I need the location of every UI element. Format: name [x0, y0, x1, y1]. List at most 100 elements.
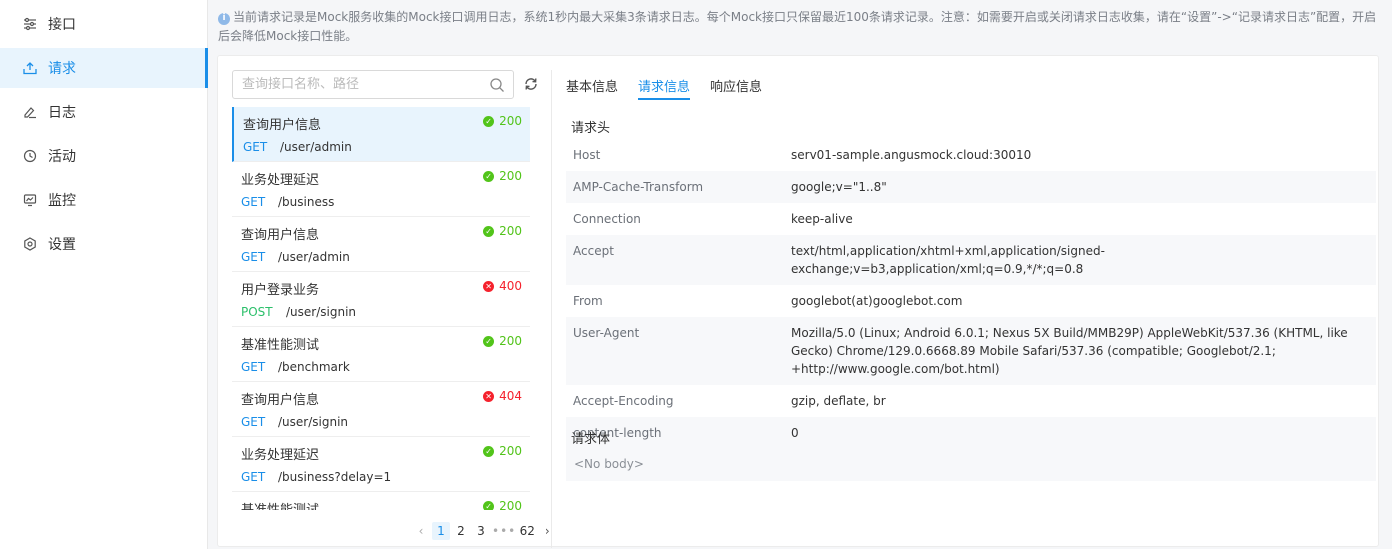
- header-row: Host serv01-sample.angusmock.cloud:30010: [566, 139, 1376, 171]
- header-value: serv01-sample.angusmock.cloud:30010: [791, 148, 1032, 162]
- header-value: keep-alive: [791, 212, 853, 226]
- prev-page-button[interactable]: ‹: [412, 522, 430, 540]
- page-button-last[interactable]: 62: [518, 522, 536, 540]
- header-key: Accept-Encoding: [573, 394, 674, 408]
- info-icon: i: [218, 12, 230, 25]
- header-value: 0: [791, 426, 799, 440]
- status-code: 200: [499, 444, 522, 458]
- status-badge: ✓ 200: [483, 499, 522, 510]
- header-row: User-Agent Mozilla/5.0 (Linux; Android 6.…: [566, 317, 1376, 385]
- body-title: 请求体: [571, 432, 611, 447]
- sidebar-item-label: 活动: [48, 149, 76, 165]
- search-input[interactable]: [233, 71, 473, 98]
- header-key: Accept: [573, 244, 614, 258]
- request-method: GET: [241, 470, 266, 484]
- request-path: /user/admin: [278, 250, 350, 264]
- request-name: 查询用户信息: [243, 118, 322, 133]
- header-value: text/html,application/xhtml+xml,applicat…: [791, 244, 1105, 276]
- pencil-icon: [23, 105, 37, 119]
- info-banner: i 当前请求记录是Mock服务收集的Mock接口调用日志，系统1秒内最大采集3条请…: [208, 0, 1392, 51]
- search-icon[interactable]: [489, 77, 505, 93]
- sidebar-item-log[interactable]: 日志: [0, 92, 208, 132]
- request-list-item[interactable]: 查询用户信息 ✕ 404 GET/user/signin: [232, 382, 530, 437]
- request-name: 查询用户信息: [241, 393, 320, 408]
- request-list-item[interactable]: 业务处理延迟 ✓ 200 GET/business: [232, 162, 530, 217]
- request-method: GET: [241, 250, 266, 264]
- check-circle-icon: ✓: [483, 115, 495, 127]
- request-method: GET: [241, 195, 266, 209]
- request-method: GET: [241, 360, 266, 374]
- sidebar-item-monitor[interactable]: 监控: [0, 180, 208, 220]
- pagination: ‹ 1 2 3 ••• 62 ›: [412, 521, 558, 541]
- sidebar-item-label: 日志: [48, 105, 76, 121]
- sidebar-item-request[interactable]: 请求: [0, 48, 208, 88]
- headers-table: Host serv01-sample.angusmock.cloud:30010 A…: [566, 139, 1376, 449]
- request-path: /user/signin: [278, 415, 349, 429]
- next-page-button[interactable]: ›: [538, 522, 556, 540]
- request-card: 查询用户信息 ✓ 200 GET/user/admin 业务处理延迟 ✓ 200 GET/bu…: [217, 55, 1379, 548]
- request-name: 基准性能测试: [241, 499, 319, 510]
- monitor-icon: [23, 193, 37, 207]
- header-row: From googlebot(at)googlebot.com: [566, 285, 1376, 317]
- status-badge: ✕ 404: [483, 389, 522, 403]
- status-code: 200: [499, 334, 522, 348]
- status-badge: ✓ 200: [483, 169, 522, 183]
- header-key: Host: [573, 148, 601, 162]
- request-list-item[interactable]: 查询用户信息 ✓ 200 GET/user/admin: [232, 217, 530, 272]
- header-value: Mozilla/5.0 (Linux; Android 6.0.1; Nexus…: [791, 326, 1348, 376]
- request-list-item[interactable]: 基准性能测试 ✓ 200 GET/benchmark: [232, 327, 530, 382]
- header-value: googlebot(at)googlebot.com: [791, 294, 963, 308]
- sidebar-item-settings[interactable]: 设置: [0, 224, 208, 264]
- error-circle-icon: ✕: [483, 390, 495, 402]
- request-path: /business?delay=1: [278, 470, 392, 484]
- tab-request-info[interactable]: 请求信息: [638, 76, 691, 100]
- error-circle-icon: ✕: [483, 280, 495, 292]
- sidebar-item-label: 监控: [48, 193, 76, 209]
- status-badge: ✕ 400: [483, 279, 522, 293]
- status-code: 200: [499, 169, 522, 183]
- check-circle-icon: ✓: [483, 170, 495, 182]
- sidebar: 接口 请求 日志 活动 监控 设置: [0, 0, 208, 549]
- check-circle-icon: ✓: [483, 445, 495, 457]
- sidebar-item-interface[interactable]: 接口: [0, 4, 208, 44]
- status-badge: ✓ 200: [483, 444, 522, 458]
- check-circle-icon: ✓: [483, 225, 495, 237]
- sliders-icon: [23, 17, 37, 31]
- header-row: Accept text/html,application/xhtml+xml,ap…: [566, 235, 1376, 285]
- page-ellipsis[interactable]: •••: [492, 522, 516, 540]
- page-button-1[interactable]: 1: [432, 522, 450, 540]
- header-key: From: [573, 294, 603, 308]
- header-key: AMP-Cache-Transform: [573, 180, 704, 194]
- request-method: GET: [241, 415, 266, 429]
- request-name: 基准性能测试: [241, 338, 320, 353]
- tab-basic-info[interactable]: 基本信息: [566, 76, 618, 100]
- request-list-item[interactable]: 基准性能测试✓200GET/benchmark: [232, 492, 530, 510]
- header-value: gzip, deflate, br: [791, 394, 886, 408]
- request-list-item[interactable]: 用户登录业务 ✕ 400 POST/user/signin: [232, 272, 530, 327]
- request-method: GET: [243, 140, 268, 154]
- status-code: 200: [499, 224, 522, 238]
- search-box: [232, 70, 514, 99]
- header-row: Accept-Encoding gzip, deflate, br: [566, 385, 1376, 417]
- request-list-item[interactable]: 查询用户信息 ✓ 200 GET/user/admin: [232, 107, 530, 162]
- clock-icon: [23, 149, 37, 163]
- check-circle-icon: ✓: [483, 335, 495, 347]
- page-button-2[interactable]: 2: [452, 522, 470, 540]
- request-method: POST: [241, 305, 273, 319]
- request-path: /user/admin: [280, 140, 352, 154]
- request-name: 用户登录业务: [241, 283, 320, 298]
- request-path: /benchmark: [278, 360, 350, 374]
- status-code: 200: [499, 114, 522, 128]
- sidebar-item-label: 接口: [48, 17, 76, 33]
- request-list-item[interactable]: 业务处理延迟 ✓ 200 GET/business?delay=1: [232, 437, 530, 492]
- status-badge: ✓ 200: [483, 334, 522, 348]
- detail-tabs: 基本信息 请求信息 响应信息: [566, 76, 782, 100]
- refresh-icon[interactable]: [523, 76, 539, 92]
- sidebar-item-label: 设置: [48, 237, 76, 253]
- header-row: AMP-Cache-Transform google;v="1..8": [566, 171, 1376, 203]
- sidebar-item-activity[interactable]: 活动: [0, 136, 208, 176]
- tab-response-info[interactable]: 响应信息: [710, 76, 762, 100]
- status-badge: ✓ 200: [483, 224, 522, 238]
- upload-tray-icon: [23, 61, 37, 75]
- page-button-3[interactable]: 3: [472, 522, 490, 540]
